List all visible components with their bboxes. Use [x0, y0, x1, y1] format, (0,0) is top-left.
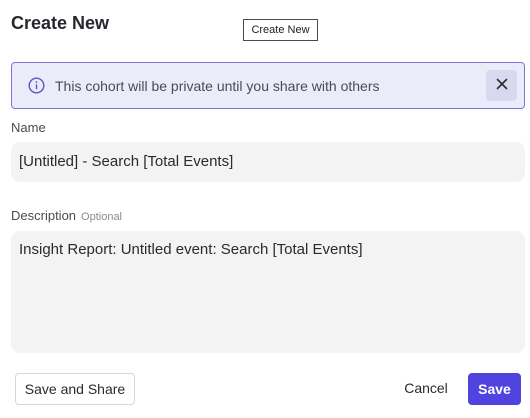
dialog-title: Create New [11, 13, 110, 33]
private-info-banner: This cohort will be private until you sh… [11, 62, 525, 109]
name-input[interactable]: [Untitled] - Search [Total Events] [11, 142, 525, 182]
description-textarea[interactable]: Insight Report: Untitled event: Search [… [11, 231, 525, 353]
tooltip: Create New [243, 19, 318, 41]
close-icon [496, 77, 508, 95]
cancel-button[interactable]: Cancel [396, 373, 456, 405]
save-button[interactable]: Save [468, 373, 521, 405]
description-label: Description Optional [11, 208, 122, 225]
create-new-dialog: Create New Create New This cohort will b… [0, 0, 530, 418]
save-and-share-button[interactable]: Save and Share [15, 373, 135, 405]
banner-close-button[interactable] [486, 70, 517, 101]
banner-message: This cohort will be private until you sh… [55, 78, 380, 94]
info-icon [28, 77, 45, 94]
description-label-text: Description [11, 208, 77, 223]
optional-hint: Optional [81, 211, 123, 223]
name-label: Name [11, 120, 46, 135]
